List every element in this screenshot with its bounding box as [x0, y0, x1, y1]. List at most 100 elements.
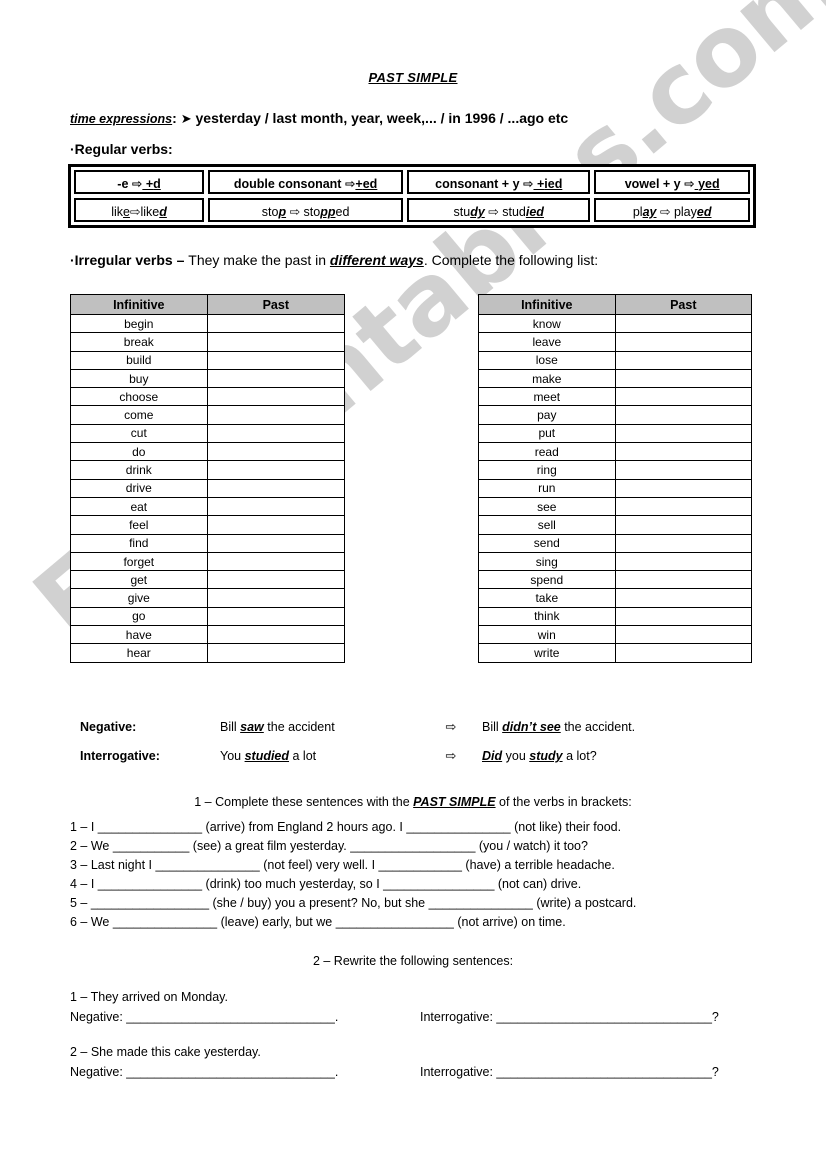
- verb-past-answer-cell[interactable]: [614, 625, 753, 645]
- verb-past-answer-cell[interactable]: [614, 423, 753, 444]
- irregular-label: ·Irregular verbs –: [70, 252, 189, 268]
- verb-past-answer-cell[interactable]: [614, 368, 753, 389]
- irregular-verbs-heading: ·Irregular verbs – They make the past in…: [70, 252, 598, 268]
- verb-past-answer-cell[interactable]: [614, 570, 753, 590]
- verb-past-answer-cell[interactable]: [206, 478, 346, 498]
- regular-example-cell: study ⇨ studied: [407, 198, 591, 222]
- irregular-text-before: They make the past in: [188, 252, 330, 268]
- exercise2-answer-row: Negative: ______________________________…: [70, 1010, 770, 1024]
- verb-past-answer-cell[interactable]: [614, 478, 753, 498]
- exercise1-question[interactable]: 1 – I _______________ (arrive) from Engl…: [70, 820, 770, 839]
- table-row: buy: [70, 368, 346, 389]
- verb-past-answer-cell[interactable]: [614, 460, 753, 480]
- verb-infinitive-cell: do: [70, 442, 208, 462]
- verb-infinitive-cell: drink: [70, 460, 208, 480]
- verb-past-answer-cell[interactable]: [206, 496, 346, 517]
- verb-past-answer-cell[interactable]: [614, 332, 753, 352]
- verb-past-answer-cell[interactable]: [206, 368, 346, 389]
- table-row: put: [478, 423, 753, 444]
- table-row: pay: [478, 405, 753, 425]
- verb-past-answer-cell[interactable]: [614, 643, 753, 663]
- exercise1-question[interactable]: 3 – Last night I _______________ (not fe…: [70, 858, 770, 877]
- regular-rule-cell: double consonant ⇨+ed: [208, 170, 404, 194]
- exercise2-item: 1 – They arrived on Monday. Negative: ___…: [70, 990, 770, 1024]
- verb-past-answer-cell[interactable]: [206, 350, 346, 370]
- verb-past-answer-cell[interactable]: [206, 570, 346, 590]
- exercise1-question[interactable]: 2 – We ___________ (see) a great film ye…: [70, 839, 770, 858]
- verb-infinitive-cell: leave: [478, 332, 616, 352]
- right-arrow-icon: ⇨: [129, 204, 141, 219]
- exercise1-question[interactable]: 4 – I _______________ (drink) too much y…: [70, 877, 770, 896]
- verb-past-answer-cell[interactable]: [206, 625, 346, 645]
- verb-infinitive-cell: cut: [70, 423, 208, 444]
- verb-past-answer-cell[interactable]: [614, 387, 753, 407]
- table-row: give: [70, 588, 346, 608]
- exercise2-interrogative-answer[interactable]: Interrogative: _________________________…: [420, 1010, 719, 1024]
- table-row: think: [478, 606, 753, 627]
- verb-infinitive-cell: come: [70, 405, 208, 425]
- regular-rule-cell: consonant + y ⇨ +ied: [407, 170, 591, 194]
- verb-past-answer-cell[interactable]: [206, 460, 346, 480]
- verb-past-answer-cell[interactable]: [206, 332, 346, 352]
- verb-past-answer-cell[interactable]: [614, 442, 753, 462]
- verb-past-answer-cell[interactable]: [614, 606, 753, 627]
- verb-past-answer-cell[interactable]: [206, 313, 346, 334]
- exercise2-interrogative-answer[interactable]: Interrogative: _________________________…: [420, 1065, 719, 1079]
- table-row: cut: [70, 423, 346, 444]
- rule-post: +ed: [355, 177, 378, 191]
- verb-past-answer-cell[interactable]: [206, 442, 346, 462]
- table-row: break: [70, 332, 346, 352]
- table-row: ring: [478, 460, 753, 480]
- exercise1-question[interactable]: 6 – We _______________ (leave) early, bu…: [70, 915, 770, 934]
- verb-infinitive-cell: build: [70, 350, 208, 370]
- exercise1-heading-after: of the verbs in brackets:: [495, 795, 632, 809]
- table-row: read: [478, 442, 753, 462]
- verb-past-answer-cell[interactable]: [614, 350, 753, 370]
- rule-pre: consonant + y: [435, 177, 523, 191]
- right-arrow-icon: ⇨: [488, 204, 499, 219]
- regular-example-cell: play ⇨ played: [594, 198, 750, 222]
- table-row: meet: [478, 387, 753, 407]
- verb-past-answer-cell[interactable]: [614, 551, 753, 572]
- rule-post: yed: [698, 177, 720, 191]
- irregular-emphasis: different ways: [329, 252, 424, 268]
- exercise2-negative-answer[interactable]: Negative: ______________________________…: [70, 1065, 420, 1079]
- verb-past-answer-cell[interactable]: [206, 515, 346, 535]
- verb-past-answer-cell[interactable]: [206, 588, 346, 608]
- table-row: forget: [70, 551, 346, 572]
- regular-verbs-box: -e ⇨ +d double consonant ⇨+ed consonant …: [68, 164, 756, 228]
- irregular-text-after: . Complete the following list:: [423, 252, 599, 268]
- verb-past-answer-cell[interactable]: [206, 423, 346, 444]
- verb-past-answer-cell[interactable]: [206, 643, 346, 663]
- verb-infinitive-cell: begin: [70, 313, 208, 334]
- verb-past-answer-cell[interactable]: [206, 533, 346, 553]
- verb-infinitive-cell: break: [70, 332, 208, 352]
- verb-past-answer-cell[interactable]: [206, 606, 346, 627]
- exercise2-negative-answer[interactable]: Negative: ______________________________…: [70, 1010, 420, 1024]
- verb-past-answer-cell[interactable]: [206, 551, 346, 572]
- verb-past-answer-cell[interactable]: [614, 533, 753, 553]
- exercise1-questions: 1 – I _______________ (arrive) from Engl…: [70, 820, 770, 934]
- verb-past-answer-cell[interactable]: [614, 405, 753, 425]
- exercise2-item: 2 – She made this cake yesterday. Negativ…: [70, 1045, 770, 1079]
- verb-past-answer-cell[interactable]: [206, 405, 346, 425]
- table-row: have: [70, 625, 346, 645]
- table-row: spend: [478, 570, 753, 590]
- verb-infinitive-cell: hear: [70, 643, 208, 663]
- table-row: eat: [70, 496, 346, 517]
- column-header-past: Past: [206, 294, 346, 315]
- regular-example-cell: stop ⇨ stopped: [208, 198, 404, 222]
- verb-past-answer-cell[interactable]: [614, 496, 753, 517]
- verb-infinitive-cell: go: [70, 606, 208, 627]
- verb-past-answer-cell[interactable]: [614, 588, 753, 608]
- exercise1-heading-before: 1 – Complete these sentences with the: [194, 795, 414, 809]
- table-row: leave: [478, 332, 753, 352]
- verb-infinitive-cell: have: [70, 625, 208, 645]
- exercise1-question[interactable]: 5 – _________________ (she / buy) you a …: [70, 896, 770, 915]
- exercise1-heading-emphasis: PAST SIMPLE: [413, 795, 496, 809]
- verb-past-answer-cell[interactable]: [206, 387, 346, 407]
- right-arrow-icon: ⇨: [659, 204, 671, 219]
- verb-past-answer-cell[interactable]: [614, 515, 753, 535]
- verb-infinitive-cell: meet: [478, 387, 616, 407]
- verb-past-answer-cell[interactable]: [614, 313, 753, 334]
